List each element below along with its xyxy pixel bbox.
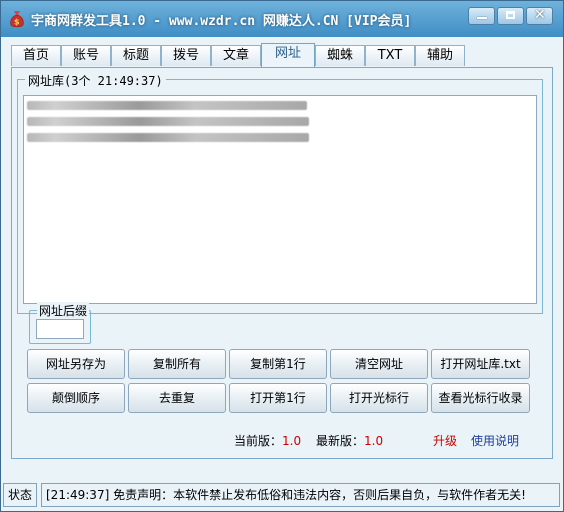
svg-text:$: $ bbox=[14, 18, 20, 27]
view-cursor-line-index-button[interactable]: 查看光标行收录 bbox=[431, 383, 530, 413]
tab-assist[interactable]: 辅助 bbox=[415, 45, 465, 66]
tab-url[interactable]: 网址 bbox=[261, 43, 315, 68]
tab-article[interactable]: 文章 bbox=[211, 45, 261, 66]
latest-version: 最新版：1.0 bbox=[316, 432, 383, 449]
tab-dial[interactable]: 拨号 bbox=[161, 45, 211, 66]
open-first-line-button[interactable]: 打开第1行 bbox=[229, 383, 327, 413]
latest-version-label: 最新版： bbox=[316, 434, 365, 448]
save-urls-as-button[interactable]: 网址另存为 bbox=[27, 349, 125, 379]
tab-txt[interactable]: TXT bbox=[365, 45, 415, 66]
money-bag-icon: $ bbox=[10, 11, 24, 28]
copy-first-line-button[interactable]: 复制第1行 bbox=[229, 349, 327, 379]
tab-title[interactable]: 标题 bbox=[111, 45, 161, 66]
url-library-legend: 网址库(3个 21:49:37) bbox=[25, 72, 166, 89]
url-library-textarea[interactable] bbox=[23, 95, 537, 304]
upgrade-link[interactable]: 升级 bbox=[433, 432, 457, 449]
url-line-blurred bbox=[27, 117, 309, 126]
url-line-blurred bbox=[27, 133, 309, 142]
clear-urls-button[interactable]: 清空网址 bbox=[330, 349, 428, 379]
current-version: 当前版：1.0 bbox=[234, 432, 301, 449]
close-icon: ✕ bbox=[534, 7, 546, 23]
minimize-icon bbox=[477, 17, 487, 19]
maximize-icon bbox=[506, 11, 515, 19]
maximize-button[interactable] bbox=[497, 7, 524, 25]
url-suffix-group: 网址后缀 bbox=[29, 302, 91, 344]
tab-spider[interactable]: 蜘蛛 bbox=[315, 45, 365, 66]
tab-account[interactable]: 账号 bbox=[61, 45, 111, 66]
status-message: [21:49:37] 免责声明：本软件禁止发布低俗和违法内容，否则后果自负，与软… bbox=[41, 483, 560, 507]
reverse-order-button[interactable]: 颠倒顺序 bbox=[27, 383, 125, 413]
open-url-library-button[interactable]: 打开网址库.txt bbox=[431, 349, 530, 379]
copy-all-button[interactable]: 复制所有 bbox=[128, 349, 226, 379]
window-title: 宇商网群发工具1.0 - www.wzdr.cn 网赚达人.CN [VIP会员] bbox=[31, 14, 412, 29]
current-version-value: 1.0 bbox=[282, 434, 302, 448]
url-suffix-legend: 网址后缀 bbox=[37, 302, 90, 319]
title-bar[interactable]: $ 宇商网群发工具1.0 - www.wzdr.cn 网赚达人.CN [VIP会… bbox=[1, 1, 563, 37]
url-library-group: 网址库(3个 21:49:37) bbox=[17, 72, 543, 314]
current-version-label: 当前版： bbox=[234, 434, 283, 448]
minimize-button[interactable] bbox=[468, 7, 495, 25]
latest-version-value: 1.0 bbox=[364, 434, 384, 448]
tab-home[interactable]: 首页 bbox=[11, 45, 61, 66]
help-link[interactable]: 使用说明 bbox=[471, 432, 519, 449]
close-button[interactable]: ✕ bbox=[526, 7, 553, 25]
open-cursor-line-button[interactable]: 打开光标行 bbox=[330, 383, 428, 413]
url-line-blurred bbox=[27, 101, 307, 110]
status-label: 状态 bbox=[3, 483, 37, 507]
url-tab-panel: 网址库(3个 21:49:37) 网址后缀 网址另存为 复制所有 复制第1行 清… bbox=[11, 67, 553, 459]
app-window: $ 宇商网群发工具1.0 - www.wzdr.cn 网赚达人.CN [VIP会… bbox=[0, 0, 564, 512]
remove-duplicates-button[interactable]: 去重复 bbox=[128, 383, 226, 413]
status-bar: 状态 [21:49:37] 免责声明：本软件禁止发布低俗和违法内容，否则后果自负… bbox=[1, 481, 563, 511]
url-suffix-input[interactable] bbox=[36, 319, 84, 339]
